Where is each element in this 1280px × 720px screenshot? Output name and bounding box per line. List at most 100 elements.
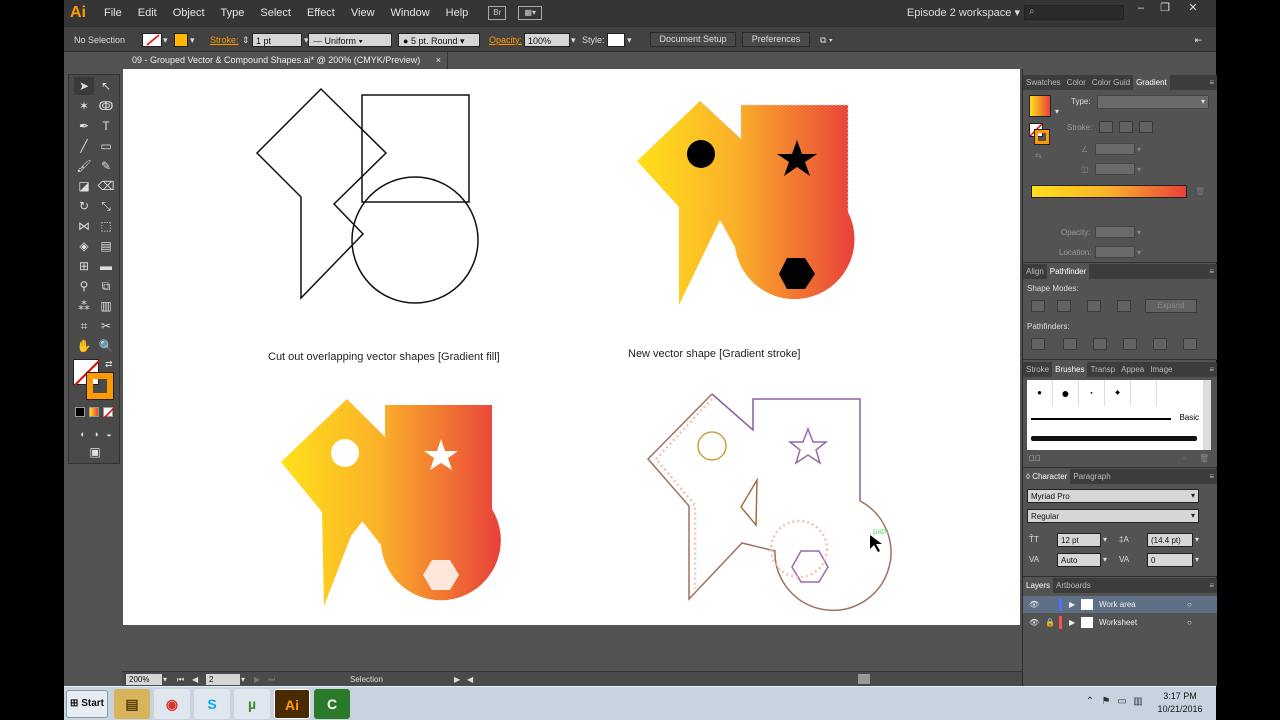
canvas-area[interactable]: path Cut out overlapping vector shapes [… bbox=[122, 69, 1022, 671]
tab-character[interactable]: ◊ Character bbox=[1023, 469, 1071, 484]
gradient-compound-shape-bottom[interactable] bbox=[281, 399, 501, 606]
free-transform-tool-icon[interactable]: ⬚ bbox=[96, 217, 116, 235]
brushes-menu-icon[interactable]: ≡ bbox=[1206, 362, 1217, 377]
gradient-type-select[interactable] bbox=[1097, 95, 1209, 109]
system-clock[interactable]: 3:17 PM 10/21/2016 bbox=[1150, 690, 1210, 716]
gradient-slider[interactable] bbox=[1031, 185, 1187, 198]
document-tab[interactable]: 09 - Grouped Vector & Compound Shapes.ai… bbox=[124, 52, 448, 69]
artwork[interactable]: path bbox=[123, 69, 1020, 625]
style-dropdown-icon[interactable]: ▾ bbox=[627, 33, 632, 47]
trim-icon[interactable] bbox=[1063, 338, 1077, 350]
eyedropper-tool-icon[interactable]: ⚲ bbox=[74, 277, 94, 295]
gradient-mode-icon[interactable] bbox=[89, 407, 99, 417]
gradient-compound-shape-top[interactable] bbox=[637, 100, 855, 305]
stop-location-field[interactable] bbox=[1095, 246, 1135, 258]
show-hidden-icons[interactable]: ⌃ bbox=[1084, 696, 1096, 708]
stroke-along-button[interactable] bbox=[1119, 121, 1133, 133]
last-artboard-icon[interactable]: ⏭ bbox=[268, 673, 275, 687]
stroke-swatch-large[interactable] bbox=[86, 372, 114, 400]
line-tool-icon[interactable]: ╱ bbox=[74, 137, 94, 155]
tab-paragraph[interactable]: Paragraph bbox=[1070, 469, 1113, 484]
eraser-tool-icon[interactable]: ⌫ bbox=[96, 177, 116, 195]
pencil-tool-icon[interactable]: ✎ bbox=[96, 157, 116, 175]
current-tool-status[interactable]: Selection bbox=[350, 673, 383, 687]
blend-tool-icon[interactable]: ⧉ bbox=[96, 277, 116, 295]
opacity-field[interactable]: 100% bbox=[524, 33, 570, 47]
artboard-number[interactable]: 2 bbox=[206, 674, 240, 685]
stroke-within-button[interactable] bbox=[1099, 121, 1113, 133]
kerning-field[interactable]: Auto bbox=[1057, 553, 1101, 567]
brush-tip-large[interactable]: ● bbox=[1053, 380, 1079, 406]
fill-stroke-widget[interactable]: ⇄ bbox=[73, 359, 117, 400]
first-artboard-icon[interactable]: ⏮ bbox=[177, 673, 184, 687]
gradient-type-dropdown-icon[interactable]: ▾ bbox=[1201, 97, 1205, 106]
outline-circle[interactable] bbox=[351, 176, 479, 304]
bridge-icon[interactable]: Br bbox=[488, 6, 507, 20]
tab-gradient[interactable]: Gradient bbox=[1133, 75, 1170, 90]
rectangle-tool-icon[interactable]: ▭ bbox=[96, 137, 116, 155]
brush-tip-tiny[interactable]: ● bbox=[1079, 380, 1105, 406]
illustrator-taskbar-icon[interactable]: Ai bbox=[274, 689, 310, 719]
outline-shapes[interactable] bbox=[255, 87, 479, 304]
artboard-tool-icon[interactable]: ⌗ bbox=[74, 317, 94, 335]
slice-tool-icon[interactable]: ✂ bbox=[96, 317, 116, 335]
layer-target-icon[interactable]: ○ bbox=[1187, 596, 1192, 613]
font-size-dropdown-icon[interactable]: ▾ bbox=[1103, 535, 1107, 544]
utorrent-icon[interactable]: µ bbox=[234, 689, 270, 719]
font-family-select[interactable]: Myriad Pro bbox=[1027, 489, 1199, 503]
perspective-grid-tool-icon[interactable]: ▤ bbox=[96, 237, 116, 255]
menu-window[interactable]: Window bbox=[383, 7, 438, 19]
divide-icon[interactable] bbox=[1031, 338, 1045, 350]
magic-wand-tool-icon[interactable]: ✶ bbox=[74, 97, 94, 115]
opacity-dropdown-icon[interactable]: ▾ bbox=[571, 33, 576, 47]
close-document-icon[interactable]: × bbox=[436, 52, 441, 69]
zoom-tool-icon[interactable]: 🔍 bbox=[96, 337, 116, 355]
stroke-across-button[interactable] bbox=[1139, 121, 1153, 133]
column-graph-tool-icon[interactable]: ▥ bbox=[96, 297, 116, 315]
graphic-style-swatch[interactable] bbox=[607, 33, 625, 47]
none-mode-icon[interactable] bbox=[103, 407, 115, 419]
workspace-switcher[interactable]: Episode 2 workspace ▾ bbox=[907, 6, 1020, 19]
stroke-triangle-cutout[interactable] bbox=[740, 477, 758, 528]
device-icon[interactable]: ▭ bbox=[1116, 696, 1128, 708]
pen-tool-icon[interactable]: ✒ bbox=[74, 117, 94, 135]
type-tool-icon[interactable]: T bbox=[96, 117, 116, 135]
draw-inside-icon[interactable]: ◒ bbox=[99, 425, 119, 443]
aspect-ratio-dropdown-icon[interactable]: ▾ bbox=[1137, 165, 1141, 174]
search-input[interactable]: ⌕ bbox=[1024, 5, 1124, 20]
stroke-weight-field[interactable]: 1 pt bbox=[252, 33, 302, 47]
layer-row[interactable]: 👁 🔒 ▶ Worksheet ○ bbox=[1023, 614, 1217, 631]
chrome-icon[interactable]: ◉ bbox=[154, 689, 190, 719]
basic-brush-stroke[interactable] bbox=[1031, 418, 1171, 420]
font-style-dropdown-icon[interactable]: ▾ bbox=[1191, 511, 1195, 520]
maximize-button[interactable]: ❐ bbox=[1152, 0, 1178, 16]
aspect-ratio-field[interactable] bbox=[1095, 163, 1135, 175]
expand-button[interactable]: Expand bbox=[1145, 299, 1197, 313]
artboard-dropdown-icon[interactable]: ▾ bbox=[241, 673, 245, 687]
tab-pathfinder[interactable]: Pathfinder bbox=[1046, 264, 1090, 279]
gradient-thumbnail[interactable] bbox=[1029, 95, 1051, 117]
action-center-icon[interactable]: ⚑ bbox=[1100, 696, 1112, 708]
crop-icon[interactable] bbox=[1123, 338, 1137, 350]
layers-menu-icon[interactable]: ≡ bbox=[1206, 578, 1217, 593]
brushes-scrollbar[interactable] bbox=[1203, 380, 1211, 450]
swap-fill-stroke-icon[interactable]: ⇄ bbox=[105, 359, 113, 370]
brush-tip-small[interactable]: ● bbox=[1027, 380, 1053, 406]
lock-icon[interactable]: 🔒 bbox=[1045, 614, 1055, 631]
brush-tip-angled[interactable]: ◆ bbox=[1105, 380, 1131, 406]
kerning-dropdown-icon[interactable]: ▾ bbox=[1103, 555, 1107, 564]
tab-color-guide[interactable]: Color Guid bbox=[1089, 75, 1133, 90]
charcoal-brush-stroke[interactable] bbox=[1031, 436, 1197, 441]
stroke-swatch[interactable] bbox=[174, 33, 188, 47]
menu-type[interactable]: Type bbox=[213, 7, 253, 19]
stroke-label[interactable]: Stroke: bbox=[210, 33, 239, 47]
mesh-tool-icon[interactable]: ⊞ bbox=[74, 257, 94, 275]
preferences-button[interactable]: Preferences bbox=[742, 32, 810, 47]
tab-layers[interactable]: Layers bbox=[1023, 578, 1054, 593]
scroll-left-icon[interactable]: ◀ bbox=[467, 673, 473, 687]
menu-object[interactable]: Object bbox=[165, 7, 213, 19]
minus-front-icon[interactable] bbox=[1057, 300, 1071, 312]
zoom-level[interactable]: 200% bbox=[126, 674, 162, 685]
fill-dropdown-icon[interactable]: ▾ bbox=[163, 33, 168, 47]
layer-row[interactable]: 👁 ▶ Work area ○ bbox=[1023, 596, 1217, 613]
